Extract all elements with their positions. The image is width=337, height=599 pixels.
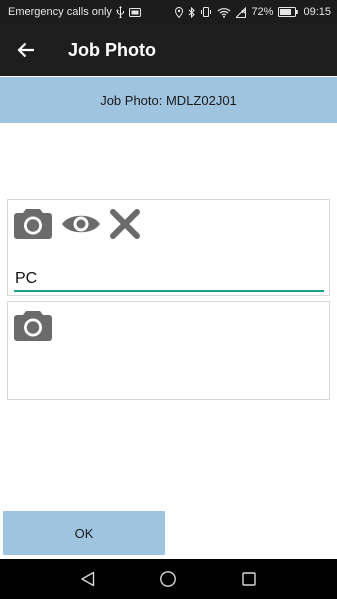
nav-recents-button[interactable]: [229, 559, 269, 599]
page-title: Job Photo: [68, 39, 156, 60]
system-nav-bar: [0, 559, 337, 599]
arrow-back-icon: [17, 42, 34, 58]
photo-card-2: [7, 301, 330, 400]
signal-icon: [236, 6, 247, 18]
photo-actions: [13, 309, 53, 342]
battery-icon: [278, 7, 299, 17]
status-bar: Emergency calls only 72% 09:15: [0, 0, 337, 24]
vibrate-icon: [200, 7, 212, 17]
clock: 09:15: [303, 6, 331, 18]
home-circle-icon: [160, 571, 177, 587]
nav-back-button[interactable]: [68, 559, 108, 599]
ok-button[interactable]: OK: [3, 511, 165, 555]
photo-card-1: [7, 199, 330, 296]
battery-percent: 72%: [251, 6, 274, 18]
photo-actions: [13, 207, 141, 240]
back-triangle-icon: [81, 571, 95, 587]
photo-caption-input[interactable]: [14, 262, 324, 290]
wifi-icon: [217, 7, 231, 18]
nav-home-button[interactable]: [148, 559, 188, 599]
eye-icon[interactable]: [61, 212, 101, 236]
camera-icon[interactable]: [13, 207, 53, 240]
app-bar: Job Photo: [0, 24, 337, 76]
bluetooth-icon: [188, 6, 196, 18]
location-icon: [175, 6, 184, 18]
usb-icon: [116, 6, 125, 18]
back-button[interactable]: [2, 24, 50, 76]
recents-square-icon: [242, 572, 256, 586]
camera-icon[interactable]: [13, 309, 53, 342]
photo-caption-field[interactable]: [14, 262, 324, 292]
sim-icon: [128, 7, 141, 17]
job-photo-header: Job Photo: MDLZ02J01: [0, 77, 337, 123]
close-icon[interactable]: [109, 208, 141, 240]
carrier-text: Emergency calls only: [8, 6, 112, 18]
